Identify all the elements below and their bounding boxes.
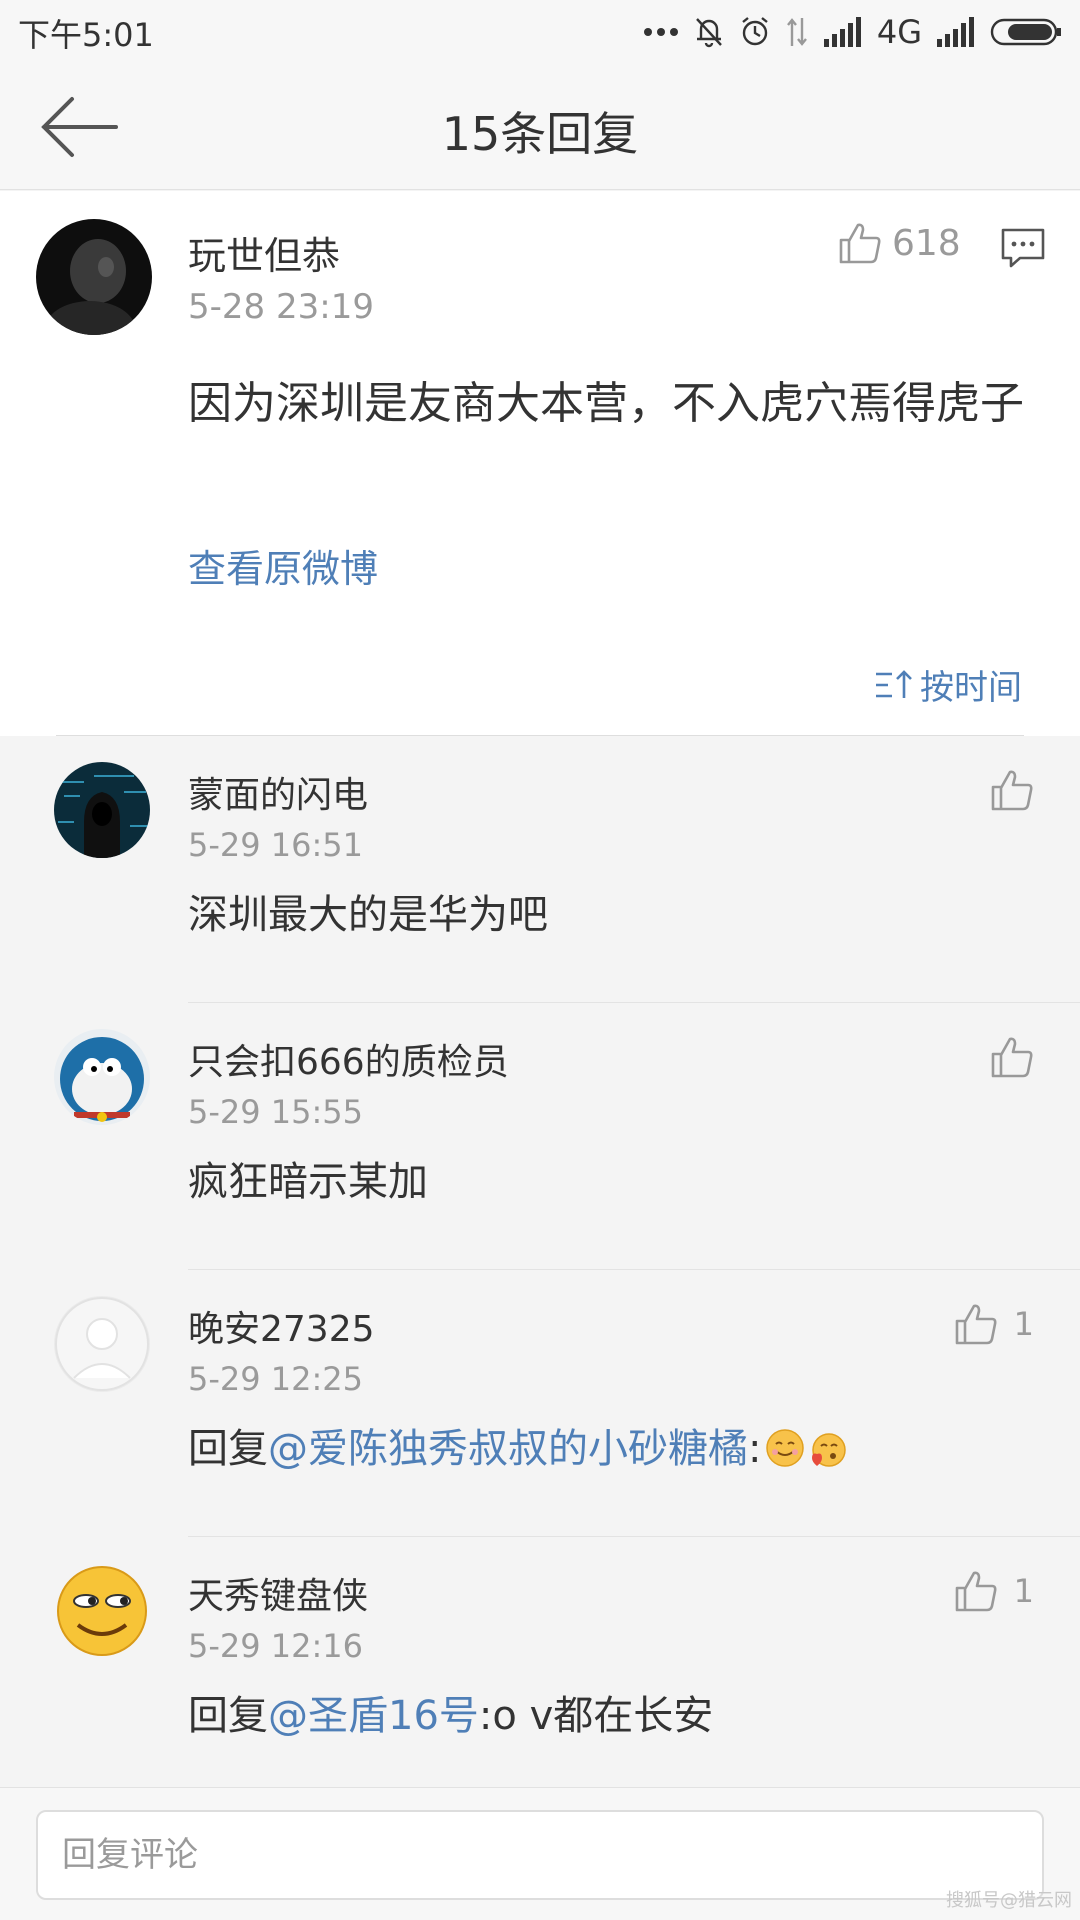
- mention-link[interactable]: @爱陈独秀叔叔的小砂糖橘: [268, 1426, 748, 1472]
- reply-text: 回复@圣盾16号:o v都在长安: [188, 1683, 713, 1741]
- reply-item: 蒙面的闪电 5-29 16:51 深圳最大的是华为吧: [0, 736, 1080, 1003]
- avatar[interactable]: [54, 1563, 150, 1659]
- avatar[interactable]: [54, 1029, 150, 1125]
- mention-link[interactable]: @圣盾16号: [268, 1693, 479, 1739]
- view-original-link[interactable]: 查看原微博: [188, 538, 378, 593]
- timestamp: 5-29 16:51: [188, 826, 364, 864]
- alarm-icon: [742, 17, 768, 46]
- signal-icon: [823, 17, 861, 47]
- reply-body: :o v都在长安: [478, 1693, 714, 1739]
- like-button[interactable]: 1: [954, 1569, 1034, 1613]
- thumbs-up-icon: [839, 223, 881, 264]
- reply-bar: 搜狐号@猎云网: [0, 1787, 1080, 1920]
- reply-text: 深圳最大的是华为吧: [188, 882, 548, 940]
- like-count: 1: [1013, 1572, 1034, 1610]
- author-name[interactable]: 天秀键盘侠: [188, 1567, 368, 1619]
- sort-label: 按时间: [920, 668, 1022, 708]
- like-button[interactable]: [990, 1035, 1034, 1079]
- smile-emoji-icon: [766, 1429, 805, 1467]
- thumbs-up-icon: [991, 770, 1033, 811]
- avatar[interactable]: [54, 762, 150, 858]
- like-button[interactable]: [990, 768, 1034, 812]
- reply-text: 疯狂暗示某加: [188, 1149, 428, 1207]
- page-title: 15条回复: [441, 107, 639, 161]
- timestamp: 5-29 15:55: [188, 1093, 364, 1131]
- author-name[interactable]: 蒙面的闪电: [188, 766, 368, 818]
- timestamp: 5-28 23:19: [188, 287, 374, 327]
- bell-muted-icon: [695, 18, 722, 48]
- reply-prefix: 回复: [188, 1693, 268, 1739]
- signal-icon-2: [937, 17, 974, 47]
- reply-text: 回复@爱陈独秀叔叔的小砂糖橘:: [188, 1416, 849, 1474]
- author-name[interactable]: 玩世但恭: [188, 225, 340, 280]
- avatar[interactable]: [36, 219, 152, 335]
- more-dots-icon: [643, 28, 678, 36]
- nav-bar: 15条回复: [0, 64, 1080, 190]
- data-arrows-icon: [786, 18, 807, 46]
- status-bar: 下午5:01 4G: [0, 0, 1080, 64]
- reply-item: 晚安27325 5-29 12:25 回复@爱陈独秀叔叔的小砂糖橘: 1: [0, 1270, 1080, 1537]
- like-count: 1: [1013, 1305, 1034, 1343]
- status-time: 下午5:01: [18, 16, 154, 54]
- reply-item: 只会扣666的质检员 5-29 15:55 疯狂暗示某加: [0, 1003, 1080, 1270]
- author-name[interactable]: 晚安27325: [188, 1300, 375, 1352]
- timestamp: 5-29 12:16: [188, 1627, 364, 1665]
- reply-item: 天秀键盘侠 5-29 12:16 回复@圣盾16号:o v都在长安 1: [0, 1537, 1080, 1804]
- avatar[interactable]: [54, 1296, 150, 1392]
- sort-by-time-button[interactable]: 按时间: [874, 660, 1022, 709]
- like-count: 618: [892, 222, 961, 264]
- watermark: 搜狐号@猎云网: [946, 1890, 1072, 1911]
- network-type: 4G: [876, 13, 922, 51]
- reply-comment-input[interactable]: [36, 1810, 1044, 1900]
- comment-icon: [1001, 228, 1045, 268]
- sort-icon: [876, 669, 912, 698]
- like-button[interactable]: 1: [954, 1302, 1034, 1346]
- thumbs-up-icon: [955, 1571, 997, 1612]
- comment-text: 因为深圳是友商大本营，不入虎穴焉得虎子: [188, 378, 1024, 429]
- like-button[interactable]: 618: [838, 221, 961, 265]
- comment-button[interactable]: [1000, 225, 1046, 271]
- reply-body: 疯狂暗示某加: [188, 1159, 428, 1205]
- thumbs-up-icon: [991, 1037, 1033, 1078]
- reply-body: :: [748, 1426, 762, 1472]
- timestamp: 5-29 12:25: [188, 1360, 364, 1398]
- status-icons: 4G: [643, 12, 1062, 52]
- reply-prefix: 回复: [188, 1426, 268, 1472]
- reply-body: 深圳最大的是华为吧: [188, 892, 548, 938]
- thumbs-up-icon: [955, 1304, 997, 1345]
- battery-icon: [990, 18, 1061, 46]
- kiss-emoji-icon: [812, 1433, 847, 1467]
- author-name[interactable]: 只会扣666的质检员: [188, 1033, 509, 1085]
- main-comment: 玩世但恭 5-28 23:19 618 因为深圳是友商大本营，不入虎穴焉得虎子 …: [0, 191, 1080, 736]
